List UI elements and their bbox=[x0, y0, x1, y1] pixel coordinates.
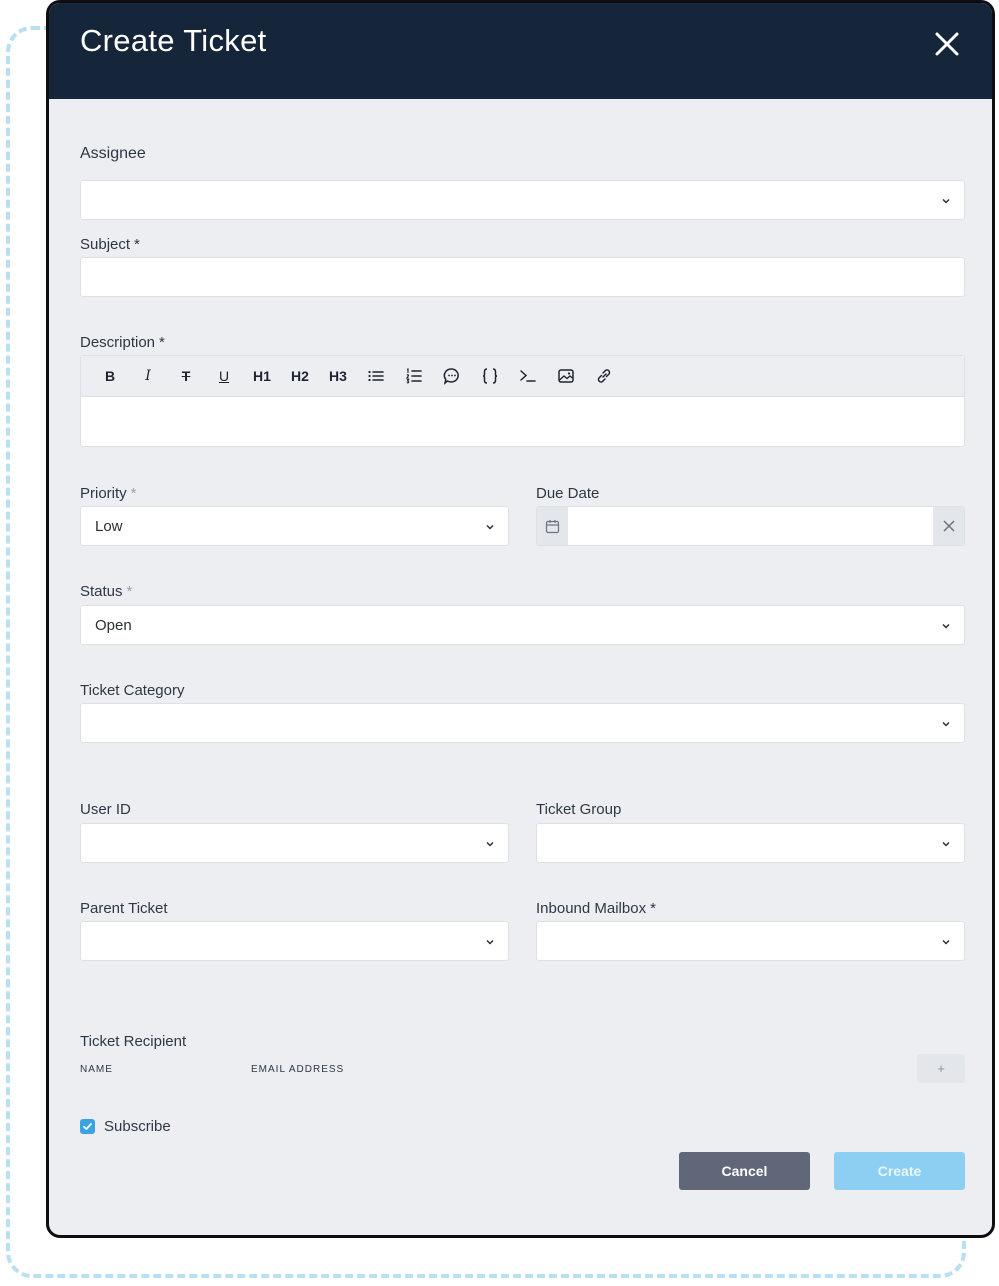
assignee-select[interactable] bbox=[80, 180, 965, 220]
chevron-down-icon bbox=[940, 838, 952, 850]
image-button[interactable] bbox=[547, 361, 585, 391]
email-column-header: EMAIL ADDRESS bbox=[251, 1064, 345, 1075]
strikethrough-button[interactable]: T bbox=[167, 361, 205, 391]
chevron-down-icon bbox=[484, 521, 496, 533]
assignee-label: Assignee bbox=[80, 145, 146, 162]
required-mark: * bbox=[134, 236, 140, 253]
cancel-button[interactable]: Cancel bbox=[679, 1152, 810, 1190]
priority-value: Low bbox=[95, 518, 123, 535]
subject-label-text: Subject bbox=[80, 236, 131, 253]
parent-ticket-select[interactable] bbox=[80, 921, 509, 961]
close-icon bbox=[935, 32, 959, 56]
add-recipient-button[interactable]: + bbox=[917, 1054, 965, 1083]
close-button[interactable] bbox=[932, 29, 962, 59]
subject-label: Subject * bbox=[80, 236, 140, 253]
ticket-recipient-label: Ticket Recipient bbox=[80, 1033, 187, 1050]
heading1-button[interactable]: H1 bbox=[243, 361, 281, 391]
bullet-list-icon bbox=[368, 370, 384, 382]
chevron-down-icon bbox=[940, 936, 952, 948]
inbound-mailbox-label: Inbound Mailbox * bbox=[536, 900, 656, 917]
chevron-down-icon bbox=[484, 838, 496, 850]
due-date-label: Due Date bbox=[536, 485, 600, 502]
calendar-button[interactable] bbox=[537, 507, 568, 545]
comment-button[interactable] bbox=[433, 361, 471, 391]
user-id-label: User ID bbox=[80, 801, 131, 818]
subscribe-checkbox[interactable] bbox=[80, 1119, 95, 1134]
user-id-select[interactable] bbox=[80, 823, 509, 863]
status-value: Open bbox=[95, 617, 132, 634]
subscribe-label: Subscribe bbox=[104, 1118, 171, 1135]
required-mark: * bbox=[126, 583, 133, 600]
required-mark: * bbox=[650, 900, 656, 917]
required-mark: * bbox=[130, 485, 137, 502]
status-label-text: Status bbox=[80, 583, 123, 600]
bold-button[interactable]: B bbox=[91, 361, 129, 391]
name-column-header: NAME bbox=[80, 1064, 113, 1075]
heading3-button[interactable]: H3 bbox=[319, 361, 357, 391]
inbound-mailbox-select[interactable] bbox=[536, 921, 965, 961]
priority-label-text: Priority bbox=[80, 485, 127, 502]
subject-input[interactable] bbox=[80, 257, 965, 297]
chevron-down-icon bbox=[940, 195, 952, 207]
underline-button[interactable]: U bbox=[205, 361, 243, 391]
parent-ticket-label: Parent Ticket bbox=[80, 900, 168, 917]
due-date-input[interactable] bbox=[568, 507, 933, 545]
inbound-mailbox-label-text: Inbound Mailbox bbox=[536, 900, 647, 917]
calendar-icon bbox=[545, 519, 560, 533]
modal-header: Create Ticket bbox=[49, 3, 992, 99]
modal-title: Create Ticket bbox=[80, 23, 267, 58]
description-label-text: Description bbox=[80, 334, 156, 351]
speech-bubble-icon bbox=[443, 368, 459, 385]
ordered-list-icon bbox=[405, 368, 422, 384]
braces-icon bbox=[482, 368, 498, 384]
description-label: Description * bbox=[80, 334, 165, 351]
status-label: Status * bbox=[80, 583, 132, 600]
editor-toolbar: B I T U H1 H2 H3 bbox=[81, 356, 964, 397]
link-button[interactable] bbox=[585, 361, 623, 391]
ordered-list-button[interactable] bbox=[395, 361, 433, 391]
code-block-button[interactable] bbox=[471, 361, 509, 391]
required-mark: * bbox=[159, 334, 165, 351]
close-icon bbox=[942, 520, 955, 532]
due-date-picker bbox=[536, 506, 965, 546]
description-editor[interactable]: B I T U H1 H2 H3 bbox=[80, 355, 965, 447]
ticket-category-label: Ticket Category bbox=[80, 682, 185, 699]
ticket-category-select[interactable] bbox=[80, 703, 965, 743]
terminal-icon bbox=[520, 370, 536, 382]
priority-select[interactable]: Low bbox=[80, 506, 509, 546]
chevron-down-icon bbox=[940, 620, 952, 632]
ticket-group-label: Ticket Group bbox=[536, 801, 622, 818]
create-ticket-modal: Create Ticket Assignee Subject * Descript… bbox=[46, 0, 995, 1238]
create-button[interactable]: Create bbox=[834, 1152, 965, 1190]
italic-button[interactable]: I bbox=[129, 361, 167, 391]
image-icon bbox=[558, 369, 574, 383]
terminal-button[interactable] bbox=[509, 361, 547, 391]
bullet-list-button[interactable] bbox=[357, 361, 395, 391]
link-icon bbox=[597, 369, 611, 383]
checkmark-icon bbox=[83, 1123, 92, 1130]
status-select[interactable]: Open bbox=[80, 605, 965, 645]
clear-date-button[interactable] bbox=[933, 507, 964, 545]
priority-label: Priority * bbox=[80, 485, 137, 502]
heading2-button[interactable]: H2 bbox=[281, 361, 319, 391]
chevron-down-icon bbox=[940, 718, 952, 730]
ticket-group-select[interactable] bbox=[536, 823, 965, 863]
chevron-down-icon bbox=[484, 936, 496, 948]
